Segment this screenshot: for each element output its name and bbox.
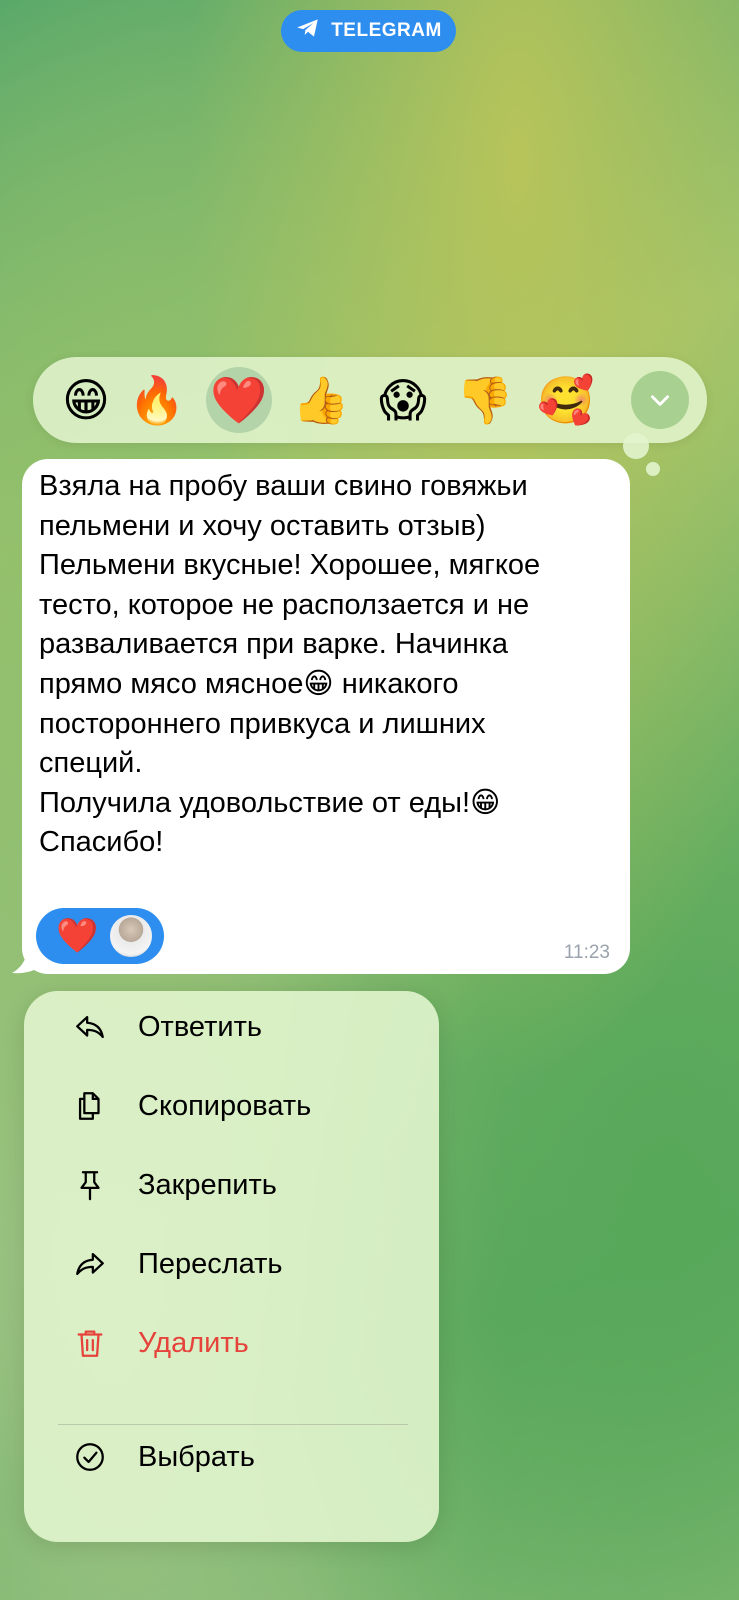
menu-label: Удалить (138, 1326, 249, 1359)
grinning-face-emoji: 😁 (62, 374, 110, 426)
thumbs-down-emoji: 👎 (456, 374, 514, 426)
menu-label: Выбрать (138, 1440, 255, 1473)
screaming-face-emoji: 😱 (379, 374, 427, 426)
menu-item-forward[interactable]: Переслать (24, 1228, 439, 1300)
reaction-grinning-face[interactable]: 😁 (53, 367, 119, 433)
telegram-banner[interactable]: TELEGRAM (281, 10, 456, 52)
chevron-down-icon (651, 395, 669, 406)
banner-label: TELEGRAM (331, 20, 442, 41)
avatar (108, 913, 155, 959)
context-menu: Ответить Скопировать Закрепить Переслать… (24, 991, 439, 1542)
red-heart-emoji: ❤️ (210, 374, 268, 426)
menu-label: Ответить (138, 1010, 262, 1043)
reaction-thumbs-up[interactable]: 👍 (288, 367, 354, 433)
trash-icon (71, 1324, 109, 1362)
copy-icon (71, 1087, 109, 1125)
reaction-screaming-face[interactable]: 😱 (370, 367, 436, 433)
forward-icon (71, 1245, 109, 1283)
reaction-thumbs-down[interactable]: 👎 (452, 367, 518, 433)
menu-item-pin[interactable]: Закрепить (24, 1149, 439, 1221)
pin-icon (71, 1166, 109, 1204)
thumbs-up-emoji: 👍 (292, 374, 350, 426)
smiling-face-with-hearts-emoji: 🥰 (537, 374, 595, 426)
message-text: Взяла на пробу ваши свино говяжьи пельме… (39, 470, 541, 859)
menu-item-select[interactable]: Выбрать (24, 1421, 439, 1493)
menu-item-copy[interactable]: Скопировать (24, 1070, 439, 1142)
reaction-smiling-face-with-hearts[interactable]: 🥰 (533, 367, 599, 433)
red-heart-emoji: ❤️ (56, 917, 99, 955)
menu-label: Закрепить (138, 1168, 277, 1201)
fire-emoji: 🔥 (128, 374, 186, 426)
menu-label: Скопировать (138, 1089, 312, 1122)
message-time: 11:23 (563, 942, 610, 963)
menu-item-delete[interactable]: Удалить (24, 1307, 439, 1379)
reaction-bubble-dot (623, 433, 649, 459)
check-circle-icon (71, 1438, 109, 1476)
expand-reactions-button[interactable] (631, 371, 689, 429)
menu-label: Переслать (138, 1247, 283, 1280)
reply-icon (71, 1008, 109, 1046)
telegram-icon (295, 15, 321, 47)
menu-item-reply[interactable]: Ответить (24, 991, 439, 1063)
reaction-bubble-dot (646, 462, 660, 476)
message-bubble[interactable]: Взяла на пробу ваши свино говяжьи пельме… (22, 459, 630, 974)
reaction-red-heart[interactable]: ❤️ (206, 367, 272, 433)
message-reaction-chip[interactable]: ❤️ (36, 908, 164, 964)
reaction-fire[interactable]: 🔥 (124, 367, 190, 433)
reaction-bar: 😁 🔥 ❤️ 👍 😱 👎 🥰 (33, 357, 707, 443)
